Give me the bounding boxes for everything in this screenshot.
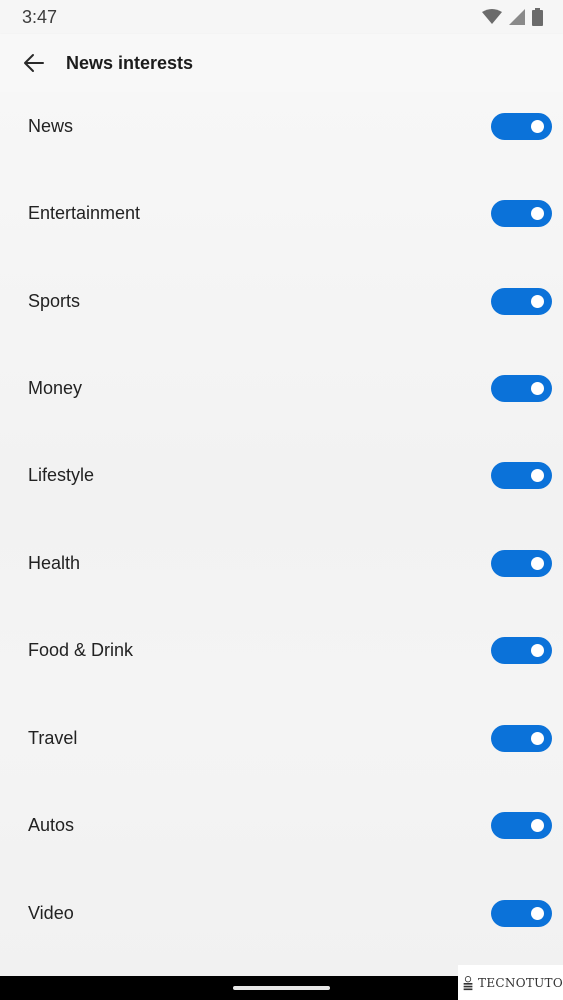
item-label: Sports <box>28 291 81 311</box>
item-label: Food & Drink <box>28 640 134 660</box>
list-item-video: Video <box>0 870 563 957</box>
sports-toggle[interactable] <box>491 288 552 315</box>
list-item-travel: Travel <box>0 695 563 782</box>
toggle-knob <box>531 120 544 133</box>
toggle-knob <box>531 644 544 657</box>
list-item-entertainment: Entertainment <box>0 170 563 257</box>
item-label: News <box>28 116 74 136</box>
arrow-left-icon <box>24 54 44 72</box>
item-label: Money <box>28 378 83 398</box>
list-item-money: Money <box>0 345 563 432</box>
toggle-knob <box>531 382 544 395</box>
list-item-sports: Sports <box>0 258 563 345</box>
toggle-knob <box>531 819 544 832</box>
tecnotuto-logo-icon <box>463 975 473 990</box>
health-toggle[interactable] <box>491 550 552 577</box>
battery-icon <box>532 8 543 26</box>
entertainment-toggle[interactable] <box>491 200 552 227</box>
list-item-autos: Autos <box>0 782 563 869</box>
toggle-knob <box>531 907 544 920</box>
toggle-knob <box>531 557 544 570</box>
status-time: 3:47 <box>22 6 58 27</box>
wifi-icon <box>482 9 502 24</box>
item-label: Video <box>28 903 74 923</box>
list-item-news: News <box>0 83 563 170</box>
toggle-knob <box>531 469 544 482</box>
item-label: Travel <box>28 728 78 748</box>
toggle-knob <box>531 295 544 308</box>
watermark-text: TECNOTUTO <box>478 975 563 990</box>
food-drink-toggle[interactable] <box>491 637 552 664</box>
autos-toggle[interactable] <box>491 812 552 839</box>
toggle-knob <box>531 207 544 220</box>
interests-list: News Entertainment Sports Money Lifestyl… <box>0 92 563 976</box>
item-label: Health <box>28 553 81 573</box>
cellular-signal-icon <box>509 9 525 25</box>
travel-toggle[interactable] <box>491 725 552 752</box>
status-bar: 3:47 <box>0 0 563 34</box>
video-toggle[interactable] <box>491 900 552 927</box>
list-item-food-drink: Food & Drink <box>0 607 563 694</box>
item-label: Autos <box>28 815 75 835</box>
back-button[interactable] <box>18 47 50 79</box>
toggle-knob <box>531 732 544 745</box>
home-gesture-handle[interactable] <box>233 986 330 990</box>
status-icons <box>482 8 543 26</box>
list-item-lifestyle: Lifestyle <box>0 432 563 519</box>
page-title: News interests <box>66 52 194 73</box>
money-toggle[interactable] <box>491 375 552 402</box>
item-label: Entertainment <box>28 203 141 223</box>
news-toggle[interactable] <box>491 113 552 140</box>
list-item-health: Health <box>0 520 563 607</box>
item-label: Lifestyle <box>28 465 95 485</box>
watermark: TECNOTUTO <box>458 965 563 1000</box>
lifestyle-toggle[interactable] <box>491 462 552 489</box>
